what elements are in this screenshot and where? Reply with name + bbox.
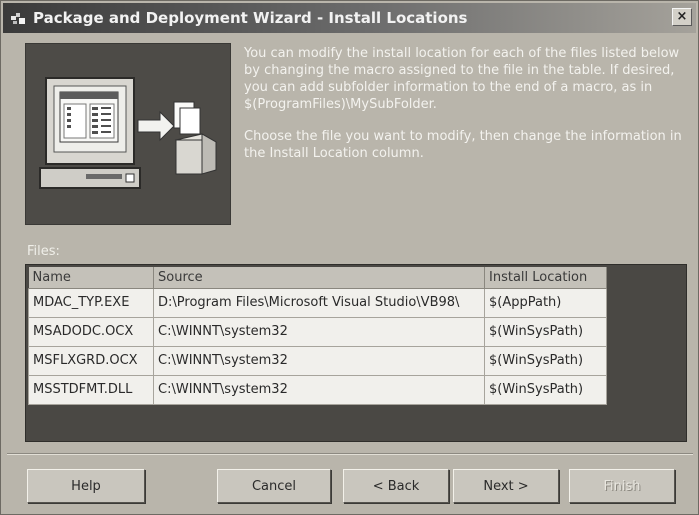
back-button[interactable]: < Back [343,469,449,503]
instructions-paragraph-2: Choose the file you want to modify, then… [244,129,682,161]
install-location-cell[interactable]: $(WinSysPath) [484,316,607,347]
help-button[interactable]: Help [27,469,145,503]
column-header-name[interactable]: Name [28,267,154,289]
files-table: Name Source Install Location MDAC_TYP.EX… [28,267,607,405]
file-name-cell[interactable]: MSADODC.OCX [28,316,154,347]
next-button[interactable]: Next > [453,469,559,503]
file-name-cell[interactable]: MSFLXGRD.OCX [28,345,154,376]
table-row[interactable]: MSSTDFMT.DLL C:\WINNT\system32 $(WinSysP… [28,374,607,405]
cancel-button[interactable]: Cancel [217,469,331,503]
file-source-cell[interactable]: C:\WINNT\system32 [153,316,485,347]
files-label: Files: [27,244,60,259]
computer-package-illustration-icon [25,43,231,225]
wizard-window: Package and Deployment Wizard - Install … [0,0,699,515]
instructions-text: You can modify the install location for … [244,45,684,177]
wizard-app-icon [9,9,27,27]
window-title: Package and Deployment Wizard - Install … [33,9,468,27]
files-grid[interactable]: Name Source Install Location MDAC_TYP.EX… [25,264,687,442]
file-source-cell[interactable]: C:\WINNT\system32 [153,345,485,376]
table-row[interactable]: MSADODC.OCX C:\WINNT\system32 $(WinSysPa… [28,316,607,347]
file-name-cell[interactable]: MDAC_TYP.EXE [28,287,154,318]
instructions-paragraph-1: You can modify the install location for … [244,46,680,112]
file-source-cell[interactable]: C:\WINNT\system32 [153,374,485,405]
table-row[interactable]: MSFLXGRD.OCX C:\WINNT\system32 $(WinSysP… [28,345,607,376]
table-header-row: Name Source Install Location [28,267,607,289]
install-location-cell[interactable]: $(WinSysPath) [484,374,607,405]
install-location-cell[interactable]: $(WinSysPath) [484,345,607,376]
install-location-cell[interactable]: $(AppPath) [484,287,607,318]
close-button[interactable]: × [672,8,692,26]
button-divider [7,453,693,455]
file-name-cell[interactable]: MSSTDFMT.DLL [28,374,154,405]
title-bar[interactable]: Package and Deployment Wizard - Install … [3,3,696,33]
column-header-install-location[interactable]: Install Location [484,267,607,289]
finish-button[interactable]: Finish [569,469,675,503]
column-header-source[interactable]: Source [153,267,485,289]
table-row[interactable]: MDAC_TYP.EXE D:\Program Files\Microsoft … [28,287,607,318]
file-source-cell[interactable]: D:\Program Files\Microsoft Visual Studio… [153,287,485,318]
